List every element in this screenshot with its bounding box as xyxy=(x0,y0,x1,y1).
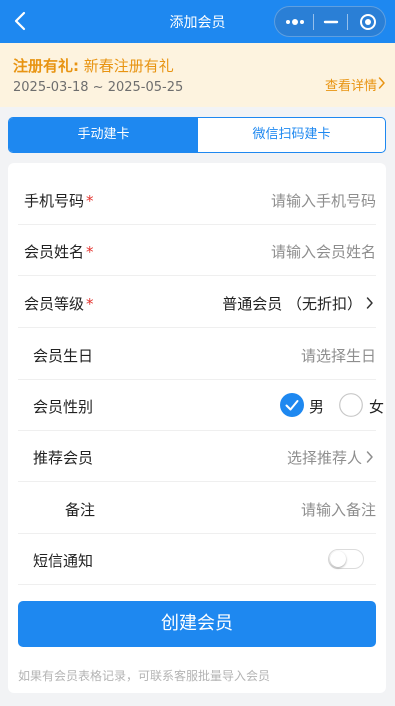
create-mode-tabs: 手动建卡 微信扫码建卡 xyxy=(8,117,386,153)
sms-row: 短信通知 xyxy=(18,534,376,585)
more-dots-icon[interactable] xyxy=(285,14,305,30)
tab-manual[interactable]: 手动建卡 xyxy=(9,118,198,152)
checkmark-circle-icon[interactable] xyxy=(280,393,304,417)
name-label: 会员姓名 * xyxy=(24,241,94,262)
required-mark: * xyxy=(86,243,94,261)
toggle-knob xyxy=(330,551,346,567)
chevron-right-icon[interactable] xyxy=(378,76,386,90)
birthday-row[interactable]: 会员生日 请选择生日 xyxy=(18,329,376,380)
required-mark: * xyxy=(86,192,94,210)
mini-program-capsule xyxy=(274,6,386,37)
referrer-row[interactable]: 推荐会员 选择推荐人 xyxy=(18,431,376,482)
promo-detail-link[interactable]: 查看详情 xyxy=(325,75,377,94)
capsule-divider xyxy=(347,14,348,30)
required-mark: * xyxy=(86,295,94,313)
level-select[interactable]: 普通会员 （无折扣） xyxy=(222,293,362,314)
import-hint: 如果有会员表格记录，可联系客服批量导入会员 xyxy=(18,669,271,683)
promo-title: 注册有礼: 新春注册有礼 xyxy=(13,55,174,76)
birthday-picker[interactable]: 请选择生日 xyxy=(301,345,376,366)
referrer-select[interactable]: 选择推荐人 xyxy=(287,447,362,468)
birthday-label: 会员生日 xyxy=(33,347,94,365)
capsule-divider xyxy=(313,14,314,30)
name-row: 会员姓名 * 请输入会员姓名 xyxy=(18,225,376,276)
phone-label-text: 手机号码 xyxy=(24,192,85,210)
referrer-label: 推荐会员 xyxy=(33,449,94,467)
promo-title-text: 新春注册有礼 xyxy=(83,57,174,75)
remark-row: 备注 请输入备注 xyxy=(18,483,376,534)
radio-empty-icon[interactable] xyxy=(339,393,363,417)
nav-bar: 添加会员 xyxy=(0,0,395,43)
phone-label: 手机号码 * xyxy=(24,190,94,211)
level-label: 会员等级 * xyxy=(24,293,94,314)
phone-row: 手机号码 * 请输入手机号码 xyxy=(18,174,376,225)
chevron-right-icon xyxy=(366,297,373,309)
remark-label: 备注 xyxy=(65,501,96,519)
phone-input[interactable]: 请输入手机号码 xyxy=(271,190,376,211)
create-member-button[interactable]: 创建会员 xyxy=(18,601,376,647)
promo-title-bold: 注册有礼: xyxy=(13,57,79,75)
promo-banner: 注册有礼: 新春注册有礼 2025-03-18 ~ 2025-05-25 查看详… xyxy=(0,43,395,107)
level-row[interactable]: 会员等级 * 普通会员 （无折扣） xyxy=(18,277,376,328)
gender-male-label[interactable]: 男 xyxy=(309,396,324,417)
target-icon[interactable] xyxy=(359,13,377,31)
member-form: 手机号码 * 请输入手机号码 会员姓名 * 请输入会员姓名 会员等级 * 普通会员 （… xyxy=(8,163,386,693)
remark-input[interactable]: 请输入备注 xyxy=(301,499,376,520)
name-input[interactable]: 请输入会员姓名 xyxy=(271,241,376,262)
chevron-right-icon xyxy=(366,451,373,463)
minimize-icon[interactable] xyxy=(323,14,339,30)
gender-row: 会员性别 男 女 xyxy=(18,380,384,431)
gender-female-label[interactable]: 女 xyxy=(369,396,384,417)
name-label-text: 会员姓名 xyxy=(24,243,85,261)
sms-toggle[interactable] xyxy=(328,549,364,569)
gender-label: 会员性别 xyxy=(33,398,94,416)
sms-label: 短信通知 xyxy=(33,552,94,570)
level-label-text: 会员等级 xyxy=(24,295,85,313)
tab-wechat-scan[interactable]: 微信扫码建卡 xyxy=(198,118,385,152)
promo-date-range: 2025-03-18 ~ 2025-05-25 xyxy=(13,80,184,95)
